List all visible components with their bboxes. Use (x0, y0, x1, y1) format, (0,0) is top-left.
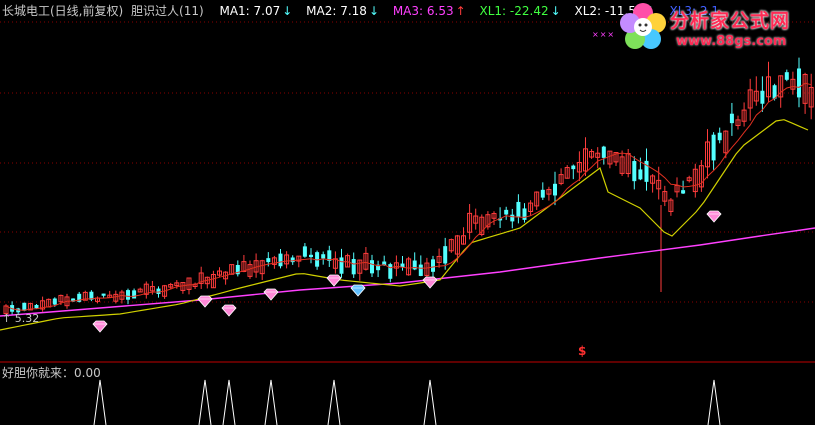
low-price-label: ↑ 5.32 (2, 312, 40, 325)
signal-spike (93, 379, 107, 425)
flower-icon (620, 3, 666, 49)
candle-body (601, 146, 606, 158)
gem-icon (92, 320, 108, 333)
gem-icon (326, 274, 342, 287)
dollar-mark: $ (578, 344, 587, 358)
candle-body (290, 257, 295, 263)
signal-spike (707, 379, 721, 425)
candle-body (302, 246, 307, 257)
candle-body (351, 259, 356, 275)
watermark-title: 分析家公式网 (670, 10, 791, 32)
candle-body (321, 254, 326, 259)
xl1-readout: XL1: -22.42 ↓ (479, 4, 561, 18)
candle-body (309, 254, 313, 258)
signal-panel-label: 好胆你就来：0.00 (2, 366, 101, 380)
chart-canvas (0, 21, 815, 425)
gem-icon (263, 288, 279, 301)
gem-shape (197, 295, 213, 308)
gem-icon (197, 295, 213, 308)
ma3-readout: MA3: 6.53 ↑ (392, 4, 466, 18)
candle-body (388, 264, 393, 279)
ma1-line (5, 82, 812, 311)
gem-icon (221, 304, 237, 317)
ma2-readout: MA2: 7.18 ↓ (306, 4, 379, 18)
signal-spikes (93, 379, 721, 425)
signal-spike (222, 379, 236, 425)
gem-shape (221, 304, 237, 317)
candle-body (443, 246, 448, 264)
candle-body (339, 257, 344, 274)
gem-shape (706, 210, 722, 223)
candle-body (278, 253, 283, 267)
gem-shape (263, 288, 279, 301)
candle-body (797, 68, 801, 98)
ma2-line (0, 119, 809, 331)
candle-body (632, 161, 637, 182)
candle-body (132, 290, 137, 299)
gem-shape (326, 274, 342, 287)
candle-body (266, 258, 271, 263)
candle-body (784, 72, 789, 80)
signal-spike (423, 379, 437, 425)
watermark-logo: 分析家公式网 www.88gs.com (614, 0, 814, 54)
candle-body (431, 259, 435, 272)
grid-lines (0, 21, 815, 303)
candle-body (418, 264, 423, 276)
candle-body (711, 134, 716, 161)
candle-body (553, 183, 557, 196)
signal-spike (198, 379, 212, 425)
gem-shape (92, 320, 108, 333)
candle-body (34, 304, 39, 309)
gem-icon (350, 284, 366, 297)
candle-body (760, 90, 765, 104)
watermark-url: www.88gs.com (676, 34, 787, 49)
gem-icon (422, 276, 438, 289)
marker-text: ××× (592, 30, 616, 39)
candle-body (522, 208, 527, 220)
candle-body (52, 298, 57, 305)
candle-body (101, 293, 106, 296)
candle-body (400, 263, 405, 268)
ma1-readout: MA1: 7.07 ↓ (219, 4, 293, 18)
candle-body (681, 190, 686, 194)
signal-spike (327, 379, 341, 425)
gem-icon (706, 210, 722, 223)
candle-body (571, 165, 576, 170)
gem-shape (350, 284, 366, 297)
candle-body (729, 113, 734, 124)
candle-body (156, 288, 161, 294)
candle-body (638, 169, 643, 180)
candle-body (504, 209, 509, 215)
stock-chart-window: 长城电工(日线,前复权) 胆识过人(11) MA1: 7.07 ↓ MA2: 7.… (0, 0, 815, 425)
candle-body (510, 214, 515, 222)
stock-title: 长城电工(日线,前复权) (2, 4, 124, 18)
candle-body (540, 189, 545, 198)
candle-body (126, 290, 130, 300)
candle-body (370, 260, 374, 274)
candle-body (516, 201, 521, 218)
signal-spike (264, 379, 278, 425)
candle-body (717, 132, 722, 141)
gem-shape (422, 276, 438, 289)
indicator-name: 胆识过人(11) (131, 4, 204, 18)
